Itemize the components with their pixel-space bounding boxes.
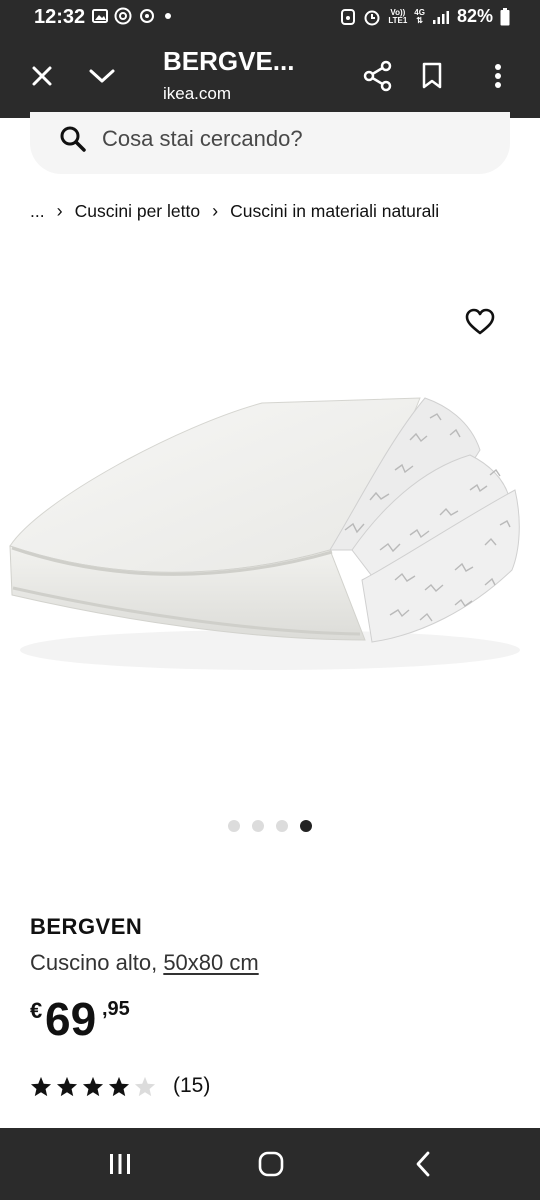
page-title: BERGVE... [163, 46, 295, 76]
custom-tab-toolbar: BERGVE... ikea.com [0, 34, 540, 118]
breadcrumb-item-natural-pillows[interactable]: Cuscini in materiali naturali [230, 201, 439, 222]
chevron-right-icon: › [212, 201, 219, 221]
price-decimal: ,95 [102, 998, 130, 1020]
more-vertical-icon [495, 64, 501, 88]
home-icon [258, 1151, 284, 1177]
network-indicator: 4G ⇅ [414, 7, 425, 25]
data-arrows-icon: ⇅ [416, 15, 423, 25]
search-icon [60, 126, 86, 152]
status-bar: 12:32 Vo)) LTE1 4G ⇅ 82% [0, 0, 540, 34]
product-description: Cuscino alto, 50x80 cm [30, 950, 259, 976]
volte-indicator: Vo)) LTE1 [388, 7, 408, 25]
bookmark-button[interactable] [410, 54, 454, 98]
product-size-link[interactable]: 50x80 cm [163, 950, 258, 975]
page-url: ikea.com [163, 84, 232, 103]
breadcrumb-item-pillows[interactable]: Cuscini per letto [75, 201, 200, 222]
carousel-dot[interactable] [228, 820, 240, 832]
search-bar[interactable]: Cosa stai cercando? [30, 112, 510, 174]
carousel-dot-active[interactable] [300, 820, 312, 832]
system-navigation-bar [0, 1128, 540, 1200]
chevron-down-icon [89, 69, 115, 83]
share-icon [363, 60, 392, 92]
back-button[interactable] [403, 1146, 443, 1182]
recent-apps-icon [110, 1154, 130, 1174]
price-integer: 69 [45, 993, 97, 1045]
chevron-right-icon: › [56, 201, 63, 221]
review-count: (15) [173, 1074, 211, 1097]
system-icons: Vo)) LTE1 4G ⇅ 82% [340, 6, 510, 27]
battery-icon [500, 7, 510, 25]
back-icon [416, 1151, 430, 1177]
carousel-dot[interactable] [252, 820, 264, 832]
close-icon [32, 66, 52, 86]
clock-icon [364, 10, 380, 25]
alarm-icon [341, 8, 356, 25]
rating-stars [30, 1076, 156, 1097]
star-filled-icon [108, 1076, 130, 1096]
wishlist-button[interactable] [462, 304, 498, 340]
share-button[interactable] [356, 54, 400, 98]
star-filled-icon [56, 1076, 78, 1096]
battery-percent: 82% [456, 6, 493, 26]
notification-icons [92, 7, 174, 25]
star-filled-icon [82, 1076, 104, 1096]
recent-apps-button[interactable] [100, 1146, 140, 1182]
search-placeholder: Cosa stai cercando? [102, 126, 303, 151]
product-image[interactable] [0, 250, 540, 810]
close-button[interactable] [20, 54, 64, 98]
breadcrumb: ... › Cuscini per letto › Cuscini in mat… [30, 201, 439, 222]
breadcrumb-ellipsis[interactable]: ... [30, 201, 45, 222]
star-filled-icon [30, 1076, 52, 1096]
gallery-icon [92, 9, 108, 23]
product-name: BERGVEN [30, 914, 143, 939]
product-type: Cuscino alto, [30, 950, 158, 975]
star-empty-icon [134, 1076, 156, 1096]
carousel-indicator [228, 820, 312, 832]
bookmark-icon [422, 62, 442, 89]
gear-cloud-icon [140, 9, 154, 23]
dot-icon [165, 13, 171, 19]
clock: 12:32 [34, 6, 86, 28]
signal-icon [432, 10, 449, 24]
carousel-dot[interactable] [276, 820, 288, 832]
price-currency: € [30, 998, 43, 1023]
more-options-button[interactable] [476, 54, 520, 98]
at-sign-icon [114, 7, 132, 25]
product-rating[interactable]: (15) [30, 1074, 210, 1098]
minimize-button[interactable] [80, 54, 124, 98]
heart-icon [465, 308, 495, 335]
home-button[interactable] [251, 1146, 291, 1182]
